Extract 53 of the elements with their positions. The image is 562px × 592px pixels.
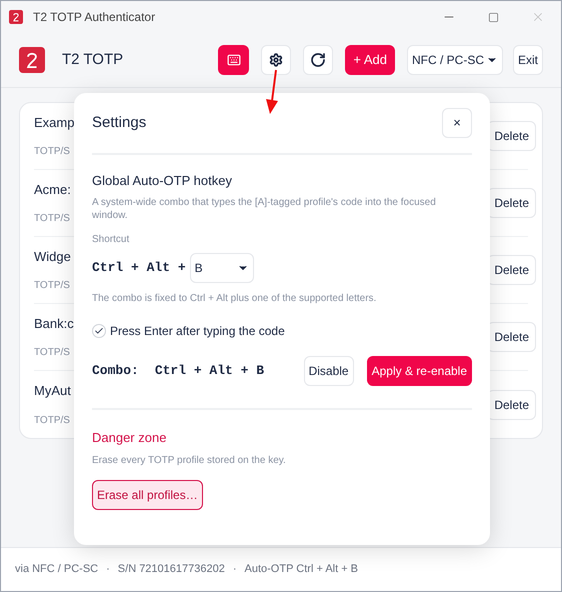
app-logo-icon <box>19 47 45 73</box>
settings-button[interactable] <box>261 45 292 75</box>
profile-name: Examp <box>34 114 74 132</box>
erase-button[interactable]: Erase all profiles… <box>92 480 203 510</box>
window-title: T2 TOTP Authenticator <box>33 9 156 26</box>
status-text: S/N 72101617736202 <box>118 562 225 578</box>
app-logo-icon <box>9 10 23 24</box>
profile-name: MyAut <box>34 382 71 400</box>
delete-button[interactable]: Delete <box>487 390 536 420</box>
profile-name: Acme: <box>34 180 71 199</box>
combo-label: Combo: <box>92 362 139 380</box>
dialog-title: Settings <box>92 112 146 133</box>
press-enter-checkbox[interactable] <box>92 324 106 338</box>
danger-heading: Danger zone <box>92 428 168 447</box>
status-text: via NFC / PC-SC <box>15 562 98 578</box>
check-icon <box>94 326 104 336</box>
separator-dot: · <box>232 562 237 578</box>
transport-dropdown[interactable]: NFC / PC-SC <box>406 45 503 75</box>
app-name: T2 TOTP <box>62 50 124 70</box>
disable-button[interactable]: Disable <box>304 356 354 386</box>
section-heading: Global Auto-OTP hotkey <box>92 172 233 190</box>
annotation-arrow <box>263 69 279 115</box>
apply-button[interactable]: Apply & re-enable <box>366 356 472 386</box>
profile-type: TOTP/S <box>34 414 71 428</box>
separator-dot: · <box>106 562 110 578</box>
exit-button[interactable]: Exit <box>512 45 543 75</box>
delete-button[interactable]: Delete <box>487 255 536 285</box>
profile-type: TOTP/S <box>34 279 71 294</box>
refresh-icon <box>310 52 326 68</box>
delete-button[interactable]: Delete <box>487 188 536 218</box>
keyboard-button[interactable] <box>218 45 250 75</box>
add-button[interactable]: + Add <box>345 45 395 75</box>
delete-button[interactable]: Delete <box>487 322 536 352</box>
delete-button[interactable]: Delete <box>487 121 536 151</box>
combo-value: Ctrl + Alt + B <box>154 362 264 380</box>
status-text: Auto-OTP Ctrl + Alt + B <box>244 562 358 578</box>
close-button[interactable]: × <box>442 108 472 138</box>
profile-name: Bank:c <box>34 314 74 333</box>
checkbox-label: Press Enter after typing the code <box>110 322 285 340</box>
refresh-button[interactable] <box>303 45 334 75</box>
profile-name: Widge <box>34 248 71 266</box>
profile-type: TOTP/S <box>34 346 71 360</box>
key-select[interactable]: B <box>190 252 254 282</box>
settings-icon <box>269 53 284 67</box>
keyboard-icon <box>226 53 241 67</box>
section-description: A system-wide combo that types the [A]-tagged profile's code into the focused window. <box>92 196 437 222</box>
shortcut-prefix: Ctrl + Alt + <box>92 258 186 277</box>
profile-type: TOTP/S <box>34 145 71 160</box>
hint-text: The combo is fixed to Ctrl + Alt plus one of the supported letters. <box>92 292 378 306</box>
profile-type: TOTP/S <box>34 212 71 226</box>
maximize-icon[interactable] <box>488 12 499 22</box>
danger-description: Erase every TOTP profile stored on the key. <box>92 454 287 468</box>
field-label: Shortcut <box>92 232 130 246</box>
